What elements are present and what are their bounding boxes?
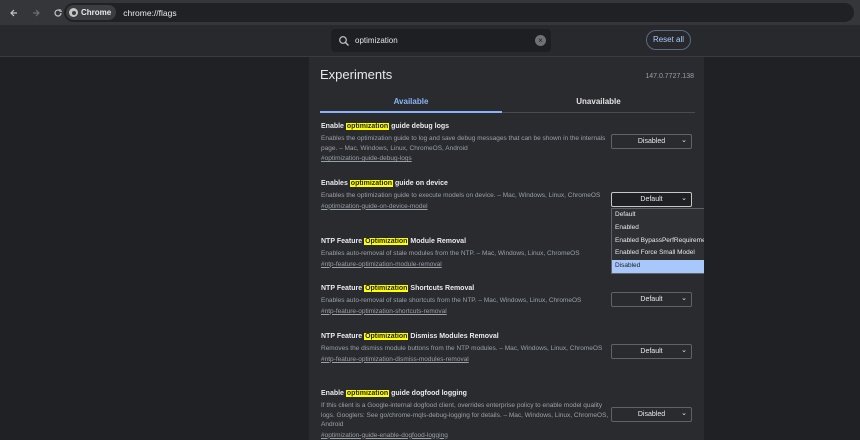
chrome-logo-icon — [69, 8, 78, 17]
tab-available[interactable]: Available — [320, 97, 502, 113]
chrome-chip[interactable]: Chrome — [66, 5, 117, 20]
flags-header: optimization × Reset all — [0, 25, 860, 57]
select-value: Disabled — [637, 411, 666, 418]
chevron-down-icon: ⌄ — [681, 195, 687, 202]
name-prefix: Enable — [321, 390, 346, 397]
search-highlight: Optimization — [364, 238, 409, 245]
experiment-name: Enable optimization guide debug logs — [321, 122, 611, 132]
dropdown-option-enabled-bypass[interactable]: Enabled BypassPerfRequirement — [612, 235, 704, 248]
select-value: Disabled — [637, 138, 666, 145]
flag-select[interactable]: Default ⌄ — [611, 292, 692, 307]
experiment-description: Enables the optimization guide to log an… — [321, 135, 606, 152]
name-suffix: Dismiss Modules Removal — [408, 333, 499, 340]
tab-unavailable[interactable]: Unavailable — [502, 97, 695, 113]
experiment-item: Enable optimization guide dogfood loggin… — [321, 389, 611, 440]
dropdown-option-enabled-force-small[interactable]: Enabled Force Small Model — [612, 247, 704, 260]
experiment-item: NTP Feature Optimization Dismiss Modules… — [321, 332, 611, 364]
select-value: Default — [640, 296, 663, 303]
chevron-down-icon: ⌄ — [681, 410, 687, 417]
experiment-description: Enables auto-removal of stale modules fr… — [321, 250, 580, 257]
forward-arrow-icon[interactable] — [26, 3, 46, 23]
name-prefix: Enables — [321, 180, 350, 187]
url-text[interactable]: chrome://flags — [123, 8, 176, 18]
flag-select[interactable]: Disabled ⌄ — [611, 134, 692, 149]
clear-search-icon[interactable]: × — [535, 35, 546, 46]
name-suffix: Module Removal — [408, 238, 467, 245]
search-highlight: Optimization — [364, 333, 409, 340]
flag-select[interactable]: Default ⌄ — [611, 344, 692, 359]
chip-label: Chrome — [81, 8, 112, 17]
experiment-item: Enables optimization guide on device Ena… — [321, 179, 611, 211]
experiment-description: Enables auto-removal of stale shortcuts … — [321, 297, 582, 304]
dropdown-option-disabled[interactable]: Disabled — [612, 260, 704, 273]
experiment-name: NTP Feature Optimization Shortcuts Remov… — [321, 284, 611, 294]
experiment-item: NTP Feature Optimization Shortcuts Remov… — [321, 284, 611, 316]
experiment-name: Enables optimization guide on device — [321, 179, 611, 189]
search-highlight: optimization — [345, 123, 390, 130]
search-icon — [339, 35, 349, 46]
name-suffix: guide debug logs — [389, 123, 450, 130]
name-prefix: Enable — [321, 123, 346, 130]
experiment-link[interactable]: #optimization-guide-debug-logs — [321, 154, 611, 163]
chevron-down-icon: ⌄ — [681, 347, 687, 354]
experiment-description: Enables the optimization guide to execut… — [321, 192, 601, 199]
dropdown-option-default[interactable]: Default — [612, 209, 704, 222]
experiment-link[interactable]: #ntp-feature-optimization-shortcuts-remo… — [321, 307, 611, 316]
experiments-panel: Experiments 147.0.7727.138 Available Una… — [309, 57, 704, 440]
omnibox[interactable]: Chrome chrome://flags — [64, 3, 854, 22]
select-dropdown-list: Default Enabled Enabled BypassPerfRequir… — [611, 208, 704, 274]
experiment-item: NTP Feature Optimization Module Removal … — [321, 237, 611, 269]
browser-toolbar: Chrome chrome://flags — [0, 0, 860, 25]
name-suffix: Shortcuts Removal — [408, 285, 475, 292]
back-arrow-icon[interactable] — [4, 3, 24, 23]
version-label: 147.0.7727.138 — [645, 73, 694, 80]
select-value: Default — [640, 196, 663, 203]
experiment-name: NTP Feature Optimization Dismiss Modules… — [321, 332, 611, 342]
flag-select-open[interactable]: Default ⌄ — [611, 192, 692, 207]
search-input[interactable]: optimization — [355, 36, 398, 45]
dropdown-option-enabled[interactable]: Enabled — [612, 222, 704, 235]
name-prefix: NTP Feature — [321, 333, 365, 340]
flag-select[interactable]: Disabled ⌄ — [611, 407, 692, 422]
experiment-item: Enable optimization guide debug logs Ena… — [321, 122, 611, 163]
chevron-down-icon: ⌄ — [681, 295, 687, 302]
experiment-link[interactable]: #optimization-guide-enable-dogfood-loggi… — [321, 431, 611, 440]
page-title: Experiments — [320, 67, 393, 82]
experiment-link[interactable]: #ntp-feature-optimization-module-removal — [321, 260, 611, 269]
name-prefix: NTP Feature — [321, 285, 365, 292]
name-prefix: NTP Feature — [321, 238, 365, 245]
name-suffix: guide dogfood logging — [389, 390, 467, 397]
experiment-link[interactable]: #optimization-guide-on-device-model — [321, 202, 611, 211]
name-suffix: guide on device — [393, 180, 448, 187]
chevron-down-icon: ⌄ — [681, 137, 687, 144]
search-box[interactable]: optimization × — [331, 29, 551, 52]
reset-all-button[interactable]: Reset all — [646, 30, 691, 50]
search-highlight: optimization — [345, 390, 390, 397]
experiment-link[interactable]: #ntp-feature-optimization-dismiss-module… — [321, 355, 611, 364]
search-highlight: optimization — [349, 180, 394, 187]
experiment-description: If this client is a Google-internal dogf… — [321, 402, 609, 428]
experiment-description: Removes the dismiss module buttons from … — [321, 345, 603, 352]
search-highlight: Optimization — [364, 285, 409, 292]
select-value: Default — [640, 348, 663, 355]
experiment-name: Enable optimization guide dogfood loggin… — [321, 389, 611, 399]
experiment-name: NTP Feature Optimization Module Removal — [321, 237, 611, 247]
